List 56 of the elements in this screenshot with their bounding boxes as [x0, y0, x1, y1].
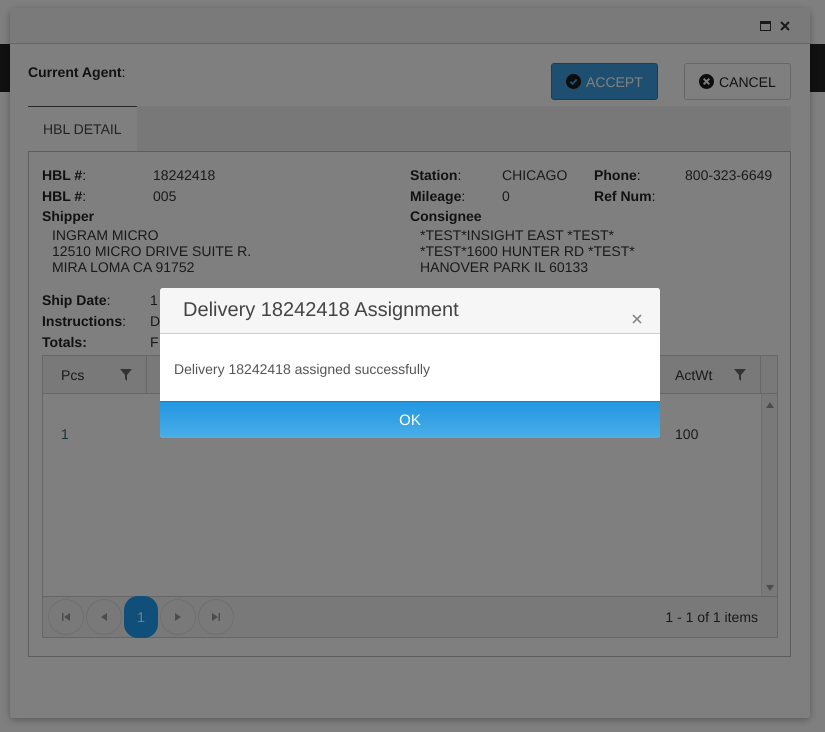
scrollbar[interactable]: [761, 394, 777, 596]
column-header[interactable]: ActWt: [675, 366, 712, 382]
field-label: Phone:: [594, 166, 642, 182]
dialog-title: Delivery 18242418 Assignment: [183, 299, 459, 322]
address-line: HANOVER PARK IL 60133: [419, 259, 590, 275]
address-line: *TEST*1600 HUNTER RD *TEST*: [419, 243, 636, 259]
table-cell-text: 100: [674, 426, 700, 442]
last-page-icon: [212, 613, 220, 621]
first-page-icon: [62, 613, 70, 621]
next-page-button[interactable]: [160, 599, 196, 635]
field-label: HBL #:: [42, 166, 88, 182]
last-page-button[interactable]: [198, 599, 234, 635]
close-icon[interactable]: [780, 20, 790, 30]
address-line: INGRAM MICRO: [51, 227, 160, 243]
field-value: 005: [153, 188, 178, 204]
address-line: 12510 MICRO DRIVE SUITE R.: [51, 243, 252, 259]
field-label: Mileage:: [410, 188, 466, 204]
field-label: Totals:: [42, 334, 88, 350]
field-label: Station:: [410, 166, 462, 182]
page-button[interactable]: 1: [124, 596, 158, 638]
field-label: Ship Date:: [42, 292, 112, 308]
scroll-up-icon[interactable]: [766, 402, 774, 408]
field-label: HBL #:: [42, 188, 88, 204]
tab[interactable]: HBL DETAIL: [28, 106, 137, 151]
column-header[interactable]: Pcs: [61, 366, 84, 382]
scroll-down-icon[interactable]: [766, 585, 774, 591]
field-label: Instructions:: [42, 312, 128, 328]
field-label: Ref Num:: [594, 188, 656, 204]
maximize-icon[interactable]: [760, 20, 771, 30]
field-value: 1: [150, 292, 158, 308]
field-value: F: [150, 334, 159, 350]
current-agent-label: Current Agent:: [28, 63, 126, 82]
dialog-message: Delivery 18242418 assigned successfully: [173, 360, 432, 379]
close-icon[interactable]: [632, 314, 642, 324]
consignee-label: Consignee: [410, 207, 483, 226]
address-line: *TEST*INSIGHT EAST *TEST*: [419, 227, 615, 243]
filter-icon[interactable]: [120, 368, 132, 380]
field-value: 800-323-6649: [685, 166, 774, 182]
address-line: MIRA LOMA CA 91752: [51, 259, 196, 275]
previous-page-icon: [101, 613, 107, 621]
cancel-button[interactable]: CANCEL: [684, 63, 791, 100]
next-page-icon: [175, 613, 181, 621]
table-cell-text: 1: [60, 426, 69, 442]
check-circle-icon: [566, 74, 581, 89]
shipper-label: Shipper: [42, 207, 96, 226]
accept-button[interactable]: ACCEPT: [551, 63, 658, 100]
field-value: D: [150, 312, 160, 328]
pager-info: 1 - 1 of 1 items: [665, 609, 758, 625]
previous-page-button[interactable]: [86, 599, 122, 635]
field-value: CHICAGO: [502, 166, 568, 182]
first-page-button[interactable]: [48, 599, 84, 635]
field-value: 18242418: [153, 166, 216, 182]
close-circle-icon: [699, 74, 714, 89]
field-value: 0: [502, 188, 511, 204]
ok-button[interactable]: OK: [160, 401, 660, 438]
filter-icon[interactable]: [734, 368, 746, 380]
